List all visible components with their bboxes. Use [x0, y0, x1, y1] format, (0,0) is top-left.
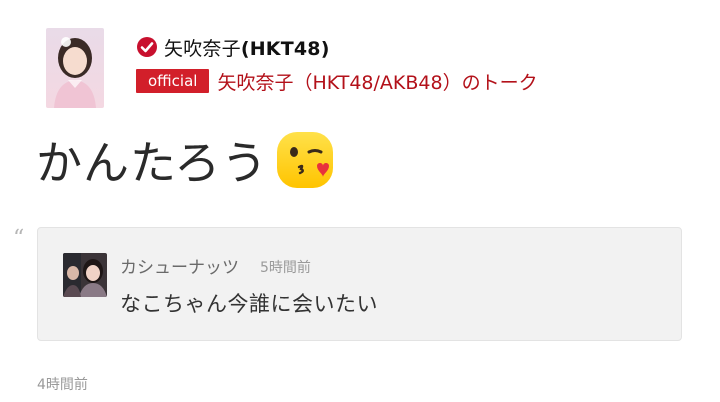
quote-icon: “	[13, 226, 25, 251]
kissing-face-emoji-icon	[274, 129, 336, 191]
post-timestamp: 4時間前	[37, 377, 88, 393]
author-avatar[interactable]	[46, 28, 104, 108]
message: かんたろう	[36, 127, 336, 193]
reply-author-avatar[interactable]	[63, 253, 107, 297]
quoted-reply-card[interactable]: カシューナッツ 5時間前 なこちゃん今誰に会いたい	[37, 227, 682, 341]
talk-post: 矢吹奈子(HKT48) official 矢吹奈子（HKT48/AKB48）のト…	[0, 0, 720, 402]
talk-row: official 矢吹奈子（HKT48/AKB48）のトーク	[136, 68, 538, 94]
author-name-main: 矢吹奈子	[164, 37, 241, 60]
reply-timestamp: 5時間前	[260, 260, 311, 276]
reply-text: なこちゃん今誰に会いたい	[120, 292, 378, 316]
verified-check-icon	[136, 36, 158, 58]
reply-author-name[interactable]: カシューナッツ	[120, 253, 239, 278]
talk-title-link[interactable]: 矢吹奈子（HKT48/AKB48）のトーク	[217, 68, 537, 95]
official-badge: official	[136, 69, 210, 93]
author-group: (HKT48)	[240, 37, 330, 60]
message-text: かんたろう	[36, 136, 269, 190]
author-row: 矢吹奈子(HKT48)	[136, 34, 330, 60]
author-name[interactable]: 矢吹奈子(HKT48)	[164, 34, 330, 61]
